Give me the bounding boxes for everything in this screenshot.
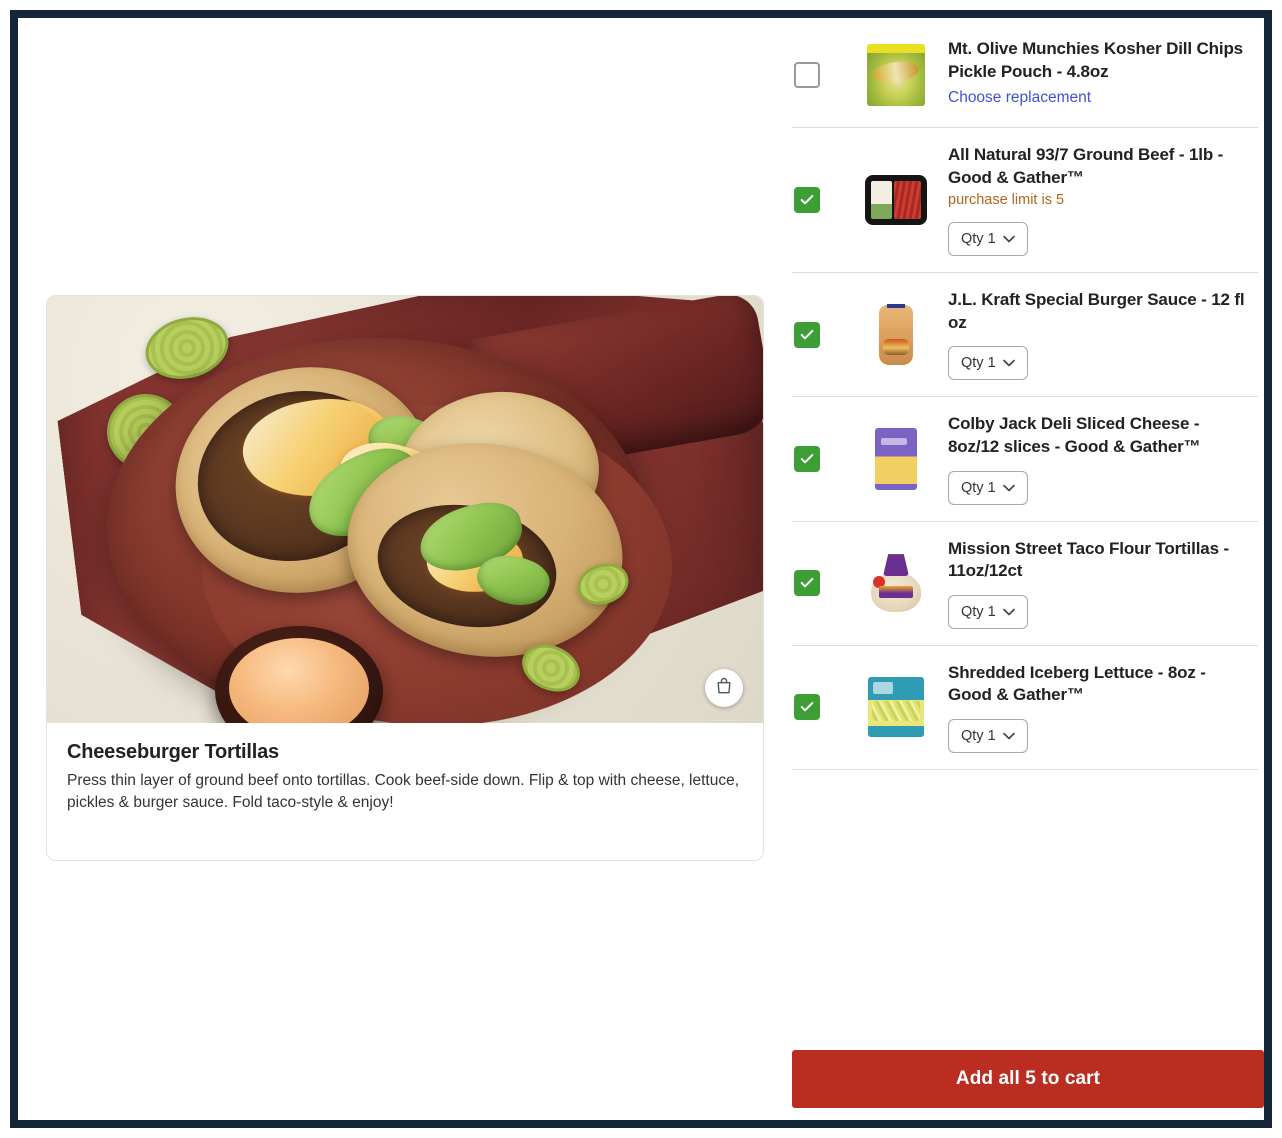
- recipe-text-block: Cheeseburger Tortillas Press thin layer …: [47, 723, 763, 814]
- item-checkbox-4[interactable]: [794, 570, 820, 597]
- thumbnail-cell: [844, 427, 948, 490]
- cart-action-bar: Add all 5 to cart: [792, 1050, 1264, 1108]
- thumbnail-cell: [844, 676, 948, 738]
- item-info: All Natural 93/7 Ground Beef - 1lb - Goo…: [948, 144, 1258, 257]
- item-title: Colby Jack Deli Sliced Cheese - 8oz/12 s…: [948, 414, 1201, 456]
- checkbox-cell: [792, 445, 844, 472]
- item-title: Mt. Olive Munchies Kosher Dill Chips Pic…: [948, 39, 1243, 81]
- item-title: All Natural 93/7 Ground Beef - 1lb - Goo…: [948, 145, 1224, 187]
- chevron-down-icon: [1002, 231, 1015, 247]
- recipe-description: Press thin layer of ground beef onto tor…: [67, 772, 740, 811]
- quantity-label: Qty 1: [961, 355, 996, 372]
- purchase-limit-note: purchase limit is 5: [948, 192, 1065, 209]
- checkbox-cell: [792, 321, 844, 348]
- item-info: Shredded Iceberg Lettuce - 8oz - Good & …: [948, 662, 1258, 753]
- item-checkbox-3[interactable]: [794, 445, 820, 472]
- thumbnail-cell: [844, 303, 948, 366]
- checkbox-cell: [792, 187, 844, 214]
- table-row[interactable]: Colby Jack Deli Sliced Cheese - 8oz/12 s…: [792, 397, 1258, 522]
- chevron-down-icon: [1002, 728, 1015, 744]
- flour-tortillas-thumbnail: [865, 552, 927, 614]
- chevron-down-icon: [1002, 355, 1015, 371]
- recipe-photo: [47, 296, 763, 723]
- thumbnail-cell: [844, 43, 948, 106]
- quantity-label: Qty 1: [961, 479, 996, 496]
- table-row[interactable]: Mt. Olive Munchies Kosher Dill Chips Pic…: [792, 18, 1258, 128]
- item-info: J.L. Kraft Special Burger Sauce - 12 fl …: [948, 289, 1258, 381]
- thumbnail-cell: [844, 169, 948, 231]
- add-all-to-cart-button[interactable]: Add all 5 to cart: [792, 1050, 1264, 1108]
- checkbox-cell: [792, 61, 844, 88]
- chevron-down-icon: [1002, 604, 1015, 620]
- quantity-select-5[interactable]: Qty 1: [948, 718, 1028, 753]
- app-window: Cheeseburger Tortillas Press thin layer …: [10, 10, 1272, 1128]
- item-checkbox-0[interactable]: [794, 61, 820, 88]
- item-checkbox-5[interactable]: [794, 694, 820, 721]
- shopping-bag-icon: [714, 676, 734, 701]
- item-checkbox-1[interactable]: [794, 187, 820, 214]
- table-row[interactable]: All Natural 93/7 Ground Beef - 1lb - Goo…: [792, 128, 1258, 274]
- item-checkbox-2[interactable]: [794, 321, 820, 348]
- sauce-decor: [229, 638, 369, 723]
- pickle-pouch-thumbnail: [865, 43, 927, 106]
- sliced-cheese-thumbnail: [865, 427, 927, 490]
- ingredients-panel: Mt. Olive Munchies Kosher Dill Chips Pic…: [778, 18, 1264, 1120]
- item-info: Colby Jack Deli Sliced Cheese - 8oz/12 s…: [948, 413, 1258, 505]
- quantity-label: Qty 1: [961, 727, 996, 744]
- table-row[interactable]: J.L. Kraft Special Burger Sauce - 12 fl …: [792, 273, 1258, 398]
- quantity-select-3[interactable]: Qty 1: [948, 470, 1028, 505]
- quantity-select-1[interactable]: Qty 1: [948, 222, 1028, 257]
- quantity-label: Qty 1: [961, 231, 996, 248]
- item-info: Mission Street Taco Flour Tortillas - 11…: [948, 538, 1258, 629]
- burger-sauce-thumbnail: [865, 303, 927, 366]
- checkbox-cell: [792, 694, 844, 721]
- item-title: J.L. Kraft Special Burger Sauce - 12 fl …: [948, 290, 1245, 332]
- table-row[interactable]: Mission Street Taco Flour Tortillas - 11…: [792, 522, 1258, 646]
- app-stage: Cheeseburger Tortillas Press thin layer …: [18, 18, 1264, 1120]
- chevron-down-icon: [1002, 480, 1015, 496]
- quantity-select-4[interactable]: Qty 1: [948, 594, 1028, 629]
- shopping-bag-badge[interactable]: [705, 669, 743, 707]
- item-title: Mission Street Taco Flour Tortillas - 11…: [948, 538, 1229, 581]
- item-info: Mt. Olive Munchies Kosher Dill Chips Pic…: [948, 38, 1258, 107]
- recipe-card[interactable]: Cheeseburger Tortillas Press thin layer …: [46, 295, 764, 861]
- item-title: Shredded Iceberg Lettuce - 8oz - Good & …: [948, 662, 1206, 705]
- choose-replacement-link[interactable]: Choose replacement: [948, 89, 1091, 107]
- quantity-label: Qty 1: [961, 603, 996, 620]
- quantity-select-2[interactable]: Qty 1: [948, 346, 1028, 381]
- checkbox-cell: [792, 570, 844, 597]
- thumbnail-cell: [844, 552, 948, 614]
- shredded-lettuce-thumbnail: [865, 676, 927, 738]
- ground-beef-thumbnail: [865, 169, 927, 231]
- recipe-title: Cheeseburger Tortillas: [67, 741, 279, 763]
- table-row[interactable]: Shredded Iceberg Lettuce - 8oz - Good & …: [792, 646, 1258, 770]
